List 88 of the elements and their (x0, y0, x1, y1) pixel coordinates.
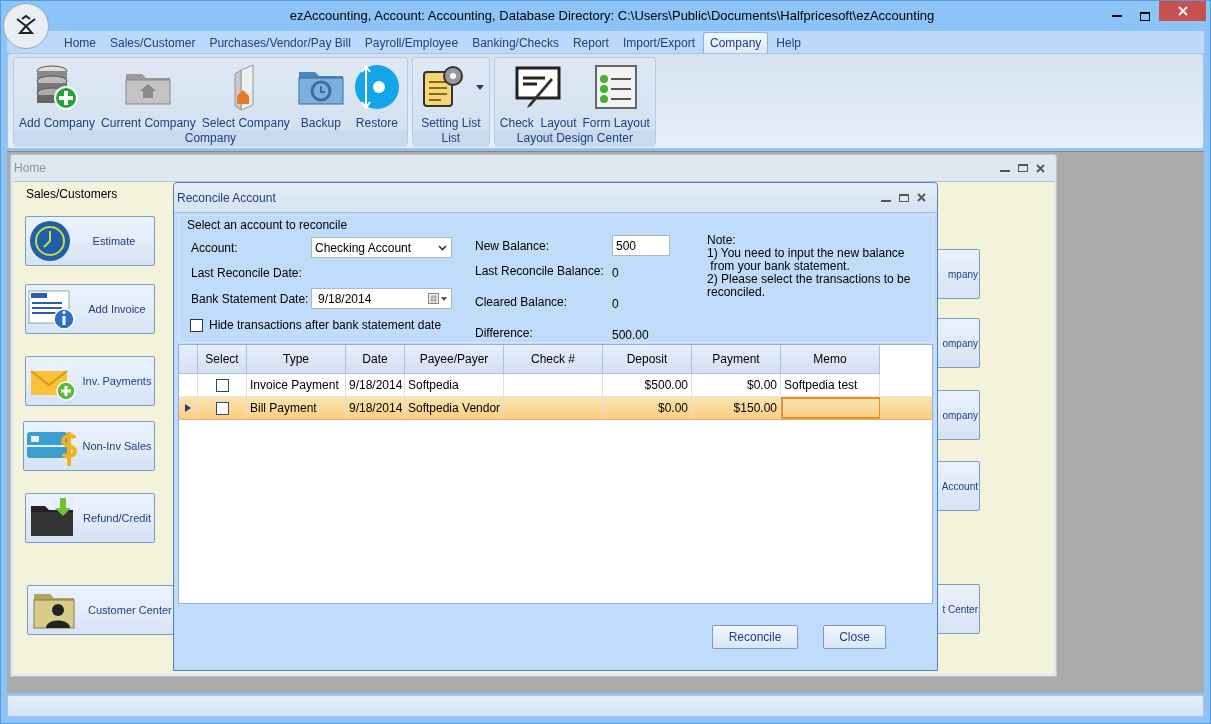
note-text: from your bank statement. (710, 260, 850, 273)
note-text: reconciled. (707, 286, 766, 299)
table-cell: Invoice Payment (247, 374, 346, 396)
table-cell: 9/18/2014 (346, 397, 405, 419)
row-pointer-icon (185, 404, 191, 412)
dialog-title: Reconcile Account (177, 189, 277, 207)
field-value: 0 (612, 296, 619, 313)
window-title: Home (14, 160, 47, 177)
header-corner-cell (179, 345, 198, 374)
field-label: Bank Statement Date: (191, 290, 310, 308)
menu-tab[interactable]: Company (702, 32, 769, 53)
close-icon (1177, 6, 1188, 16)
account-dropdown[interactable]: Checking Account (311, 237, 452, 258)
ribbon-button[interactable]: Form Layout (579, 58, 653, 130)
menu-tab[interactable]: Import/Export (616, 32, 701, 53)
maximize-button[interactable] (1018, 164, 1028, 172)
column-header[interactable]: Deposit (603, 345, 692, 374)
column-header[interactable]: Payment (692, 345, 781, 374)
checkbox[interactable] (215, 378, 229, 392)
clock-icon (28, 219, 72, 263)
table-cell: $0.00 (692, 374, 781, 396)
field-label: Last Reconcile Balance: (475, 263, 605, 280)
menu-tab[interactable]: Help (770, 32, 807, 53)
field-label: Account: (191, 239, 239, 257)
menu-tab[interactable]: Payroll/Employee (358, 32, 465, 53)
menu-tab[interactable]: Report (566, 32, 615, 53)
field-label: Cleared Balance: (475, 294, 569, 311)
column-header[interactable]: Payee/Payer (405, 345, 504, 374)
ribbon-button[interactable]: Setting List (414, 58, 487, 130)
calendar-icon (428, 292, 448, 305)
ribbon-button[interactable]: Backup (292, 58, 349, 130)
dropdown-caret-icon[interactable] (475, 84, 484, 90)
close-icon[interactable] (917, 193, 926, 202)
checkbox-label: Hide transactions after bank statement date (209, 317, 442, 334)
menu-tab[interactable]: Sales/Customer (104, 32, 202, 53)
field-value: 500.00 (612, 327, 649, 344)
menu-tab[interactable]: Purchases/Vendor/Pay Bill (203, 32, 357, 53)
dialog-button[interactable]: Close (823, 625, 886, 649)
table-cell: Softpedia (405, 374, 504, 396)
column-header[interactable]: Memo (781, 345, 880, 374)
table-cell: Softpedia Vendor (405, 397, 504, 419)
field-label: Difference: (475, 325, 534, 342)
column-header[interactable]: Check # (504, 345, 603, 374)
column-header[interactable]: Type (247, 345, 346, 374)
ribbon-button[interactable]: Current Company (98, 58, 199, 130)
note-text: 1) You need to input the new balance (707, 247, 905, 260)
close-button[interactable] (1159, 1, 1206, 21)
window-title: ezAccounting, Account: Accounting, Database Directory: C:\Users\Public\Documents\Halfpricesoft\ezAccounting (288, 7, 936, 26)
table-cell: $150.00 (692, 397, 781, 419)
section-label: Select an account to reconcile (187, 217, 348, 234)
chevron-down-icon (438, 244, 447, 251)
note-title: Note: (707, 234, 736, 247)
table-row[interactable]: Invoice Payment 9/18/2014 Softpedia $500.00 $0.00 Softpedia test (179, 374, 932, 397)
table-row[interactable]: Bill Payment 9/18/2014 Softpedia Vendor $0.00 $150.00 (179, 397, 932, 420)
ribbon-button[interactable]: Check Layout (496, 58, 580, 130)
ribbon-group-label: List (412, 130, 489, 147)
menu-tab[interactable]: Banking/Checks (466, 32, 565, 53)
ribbon-button[interactable]: Select Company (198, 58, 293, 130)
date-picker[interactable]: 9/18/2014 (311, 288, 452, 309)
table-cell: Softpedia test (781, 374, 880, 396)
table-cell: Bill Payment (247, 397, 346, 419)
dialog-button[interactable]: Reconcile (712, 625, 798, 649)
ribbon-group-label: Company (14, 130, 407, 147)
home-button[interactable]: Estimate (25, 216, 155, 266)
table-cell: $500.00 (603, 374, 692, 396)
checkbox[interactable] (215, 401, 229, 415)
table-cell: $0.00 (603, 397, 692, 419)
home-button[interactable]: Refund/Credit (25, 493, 155, 543)
ribbon-group-label: Layout Design Center (494, 130, 655, 147)
menu-tab[interactable]: Home (58, 32, 102, 53)
home-button[interactable]: Add Invoice (25, 284, 155, 334)
table-cell: 9/18/2014 (346, 374, 405, 396)
balance-input[interactable]: 500 (612, 235, 670, 256)
ribbon-button[interactable]: Restore (348, 58, 405, 130)
home-button[interactable]: Inv. Payments (25, 356, 155, 406)
checkbox[interactable] (190, 318, 203, 332)
close-icon[interactable] (1036, 163, 1045, 173)
column-header[interactable]: Date (346, 345, 405, 374)
ribbon-button[interactable]: Add Company (16, 58, 99, 130)
field-value: 0 (612, 265, 619, 282)
app-menu-button[interactable] (3, 3, 49, 49)
group-label: Sales/Customers (25, 186, 118, 203)
invoice-info-icon (28, 287, 78, 331)
maximize-button[interactable] (899, 193, 909, 202)
field-label: New Balance: (475, 237, 551, 255)
home-button[interactable]: Non-Inv Sales (23, 421, 155, 471)
field-label: Last Reconcile Date: (190, 265, 302, 282)
column-header[interactable]: Select (198, 345, 247, 374)
